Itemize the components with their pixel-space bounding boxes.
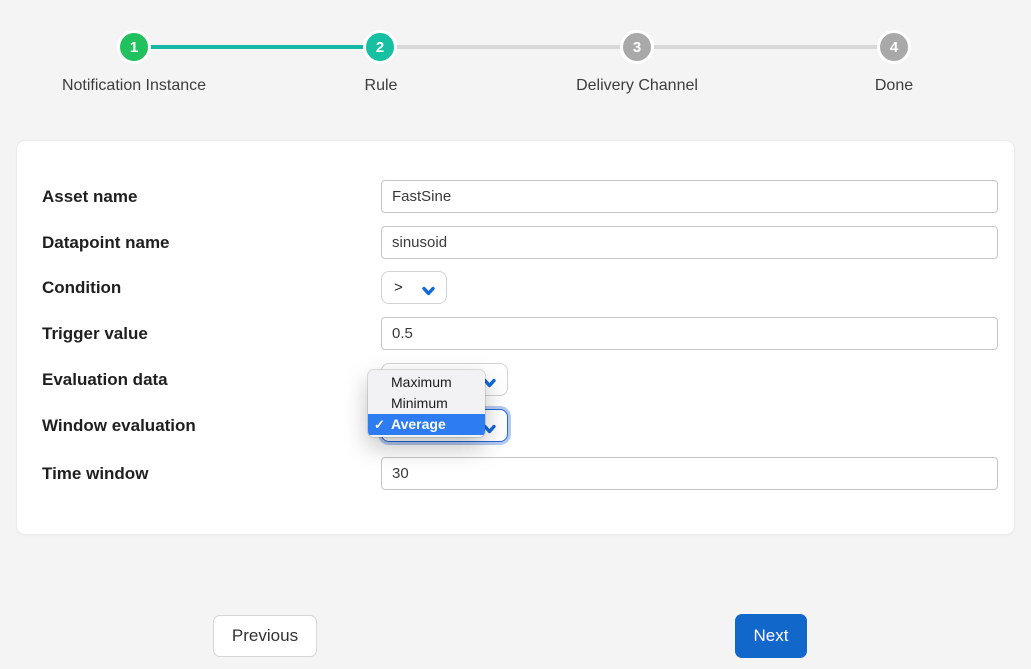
condition-select-value: >	[394, 279, 403, 296]
evaluation-data-label: Evaluation data	[42, 363, 168, 396]
select-dropdown-menu: Maximum Minimum ✓ Average	[368, 370, 485, 437]
step-label-delivery-channel: Delivery Channel	[576, 77, 698, 95]
trigger-value-input[interactable]	[381, 317, 998, 350]
step-circle-3[interactable]: 3	[620, 30, 654, 64]
datapoint-name-input[interactable]	[381, 226, 998, 259]
stepper-connector-2-3	[381, 45, 637, 49]
checkmark-icon: ✓	[374, 414, 385, 435]
condition-select[interactable]: >	[381, 271, 447, 304]
menu-option-minimum[interactable]: Minimum	[368, 393, 485, 414]
asset-name-input[interactable]	[381, 180, 998, 213]
time-window-label: Time window	[42, 457, 148, 490]
trigger-value-label: Trigger value	[42, 317, 148, 350]
step-circle-1[interactable]: 1	[117, 30, 151, 64]
menu-option-average[interactable]: ✓ Average	[368, 414, 485, 435]
step-label-rule: Rule	[365, 77, 398, 95]
step-circle-2[interactable]: 2	[363, 30, 397, 64]
wizard-screen: 1 2 3 4 Notification Instance Rule Deliv…	[0, 0, 1031, 669]
rule-form-card: Asset name Datapoint name Condition > Tr…	[16, 140, 1015, 535]
stepper-connector-3-4	[637, 45, 894, 49]
next-button[interactable]: Next	[735, 614, 807, 658]
step-circle-4[interactable]: 4	[877, 30, 911, 64]
time-window-input[interactable]	[381, 457, 998, 490]
step-label-done: Done	[875, 77, 913, 95]
chevron-down-icon	[422, 283, 435, 301]
step-label-notification-instance: Notification Instance	[62, 77, 206, 95]
menu-option-maximum[interactable]: Maximum	[368, 372, 485, 393]
previous-button[interactable]: Previous	[213, 615, 317, 657]
asset-name-label: Asset name	[42, 180, 137, 213]
stepper-connector-1-2	[134, 45, 381, 49]
window-evaluation-label: Window evaluation	[42, 409, 196, 442]
condition-label: Condition	[42, 271, 121, 304]
menu-option-average-label: Average	[391, 416, 446, 432]
datapoint-name-label: Datapoint name	[42, 226, 170, 259]
